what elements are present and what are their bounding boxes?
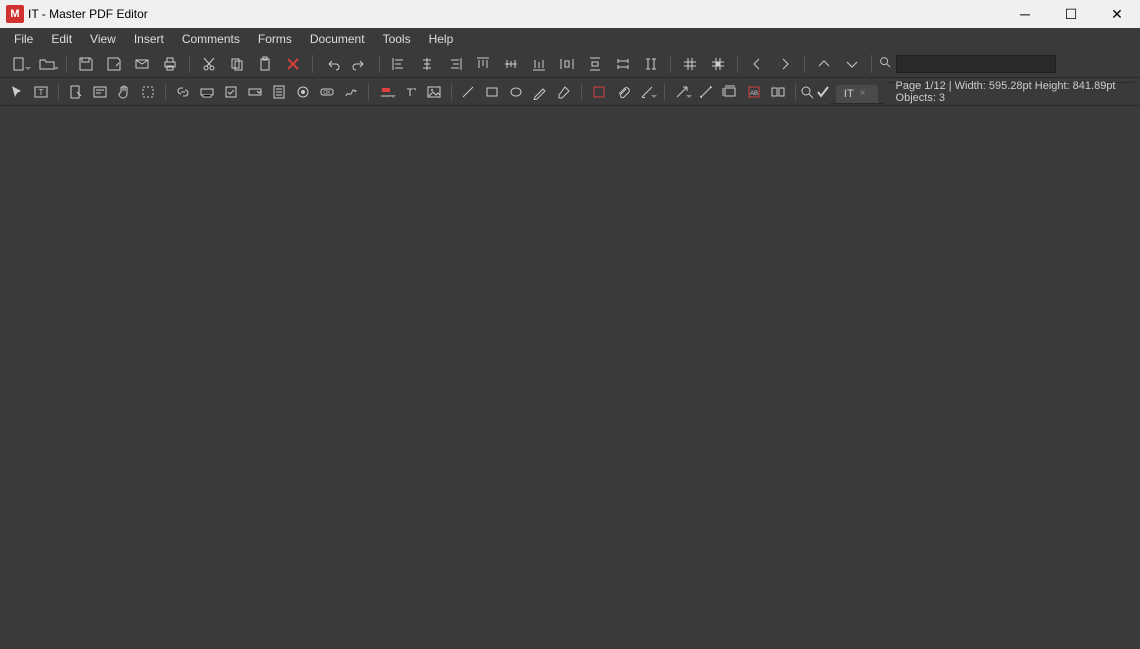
maximize-button[interactable]: ☐ [1048,0,1094,28]
rect-tool[interactable] [481,81,503,103]
toolbar-main [0,50,1140,78]
check-tool[interactable] [815,81,831,103]
measure-line-tool[interactable] [695,81,717,103]
menu-comments[interactable]: Comments [174,30,248,48]
redo-button[interactable] [347,53,373,75]
menu-document[interactable]: Document [302,30,373,48]
email-button[interactable] [129,53,155,75]
sign-tool[interactable] [802,81,828,103]
zoom-tool[interactable] [799,81,815,103]
ellipse-tool[interactable] [505,81,527,103]
new-doc-button[interactable] [6,53,32,75]
attach-tool[interactable] [612,81,634,103]
measure-area-tool[interactable]: AB [743,81,765,103]
button-tool[interactable]: OK [316,81,338,103]
text-tool[interactable]: T [30,81,52,103]
menu-edit[interactable]: Edit [43,30,80,48]
initials-tool[interactable] [767,81,789,103]
paste-button[interactable] [252,53,278,75]
doc-tab-active[interactable]: IT × [836,85,878,103]
distribute-h-icon[interactable] [554,53,580,75]
same-width-icon[interactable] [610,53,636,75]
print-button[interactable] [157,53,183,75]
insert-image-tool[interactable] [423,81,445,103]
window-title: IT - Master PDF Editor [28,7,1002,21]
search-input[interactable] [896,55,1056,73]
distribute-v-icon[interactable] [582,53,608,75]
prev-page-button[interactable] [744,53,770,75]
next-page-button[interactable] [772,53,798,75]
note-tool[interactable] [588,81,610,103]
undo-button[interactable] [319,53,345,75]
snap-icon[interactable] [705,53,731,75]
svg-text:AB: AB [750,91,758,97]
search-icon [878,55,892,72]
radio-tool[interactable] [292,81,314,103]
delete-button[interactable] [280,53,306,75]
align-left-icon[interactable] [386,53,412,75]
edit-form-tool[interactable] [89,81,111,103]
document-tab-bar: IT × [830,80,884,104]
title-bar: M IT - Master PDF Editor ─ ☐ ✕ [0,0,1140,28]
grid-icon[interactable] [677,53,703,75]
align-right-icon[interactable] [442,53,468,75]
svg-text:T: T [406,87,413,99]
doc-tab-close-icon[interactable]: × [860,88,866,99]
copy-button[interactable] [224,53,250,75]
status-text: Page 1/12 | Width: 595.28pt Height: 841.… [896,80,1127,104]
svg-text:T: T [39,88,44,97]
align-middle-icon[interactable] [498,53,524,75]
select-area-tool[interactable] [137,81,159,103]
listbox-tool[interactable] [268,81,290,103]
doc-tab-label: IT [844,88,854,100]
save-button[interactable] [73,53,99,75]
app-logo: M [6,5,24,23]
align-top-icon[interactable] [470,53,496,75]
align-bottom-icon[interactable] [526,53,552,75]
pencil-tool[interactable] [529,81,551,103]
svg-text:OK: OK [323,90,331,96]
close-button[interactable]: ✕ [1094,0,1140,28]
edit-doc-tool[interactable] [65,81,87,103]
menu-insert[interactable]: Insert [126,30,172,48]
menu-bar: File Edit View Insert Comments Forms Doc… [0,28,1140,50]
status-bar: Page 1/12 | Width: 595.28pt Height: 841.… [888,82,1135,102]
combobox-tool[interactable] [244,81,266,103]
menu-tools[interactable]: Tools [375,30,419,48]
textfield-tool[interactable] [196,81,218,103]
menu-forms[interactable]: Forms [250,30,300,48]
checkbox-tool[interactable] [220,81,242,103]
same-height-icon[interactable] [638,53,664,75]
menu-help[interactable]: Help [421,30,462,48]
open-button[interactable] [34,53,60,75]
line-tool[interactable] [457,81,479,103]
arrow-tool[interactable] [671,81,693,103]
save-as-button[interactable] [101,53,127,75]
minimize-button[interactable]: ─ [1002,0,1048,28]
stamp-tool[interactable] [636,81,658,103]
align-center-h-icon[interactable] [414,53,440,75]
menu-view[interactable]: View [82,30,124,48]
signature-tool[interactable] [340,81,362,103]
insert-text-tool[interactable]: T [399,81,421,103]
down-button[interactable] [839,53,865,75]
measure-rect-tool[interactable] [719,81,741,103]
link-tool[interactable] [172,81,194,103]
pointer-tool[interactable] [6,81,28,103]
toolbar-tools: T OK T AB IT × [0,78,1140,106]
highlight-tool[interactable] [375,81,397,103]
menu-file[interactable]: File [6,30,41,48]
up-button[interactable] [811,53,837,75]
cut-button[interactable] [196,53,222,75]
hand-tool[interactable] [113,81,135,103]
eraser-tool[interactable] [553,81,575,103]
